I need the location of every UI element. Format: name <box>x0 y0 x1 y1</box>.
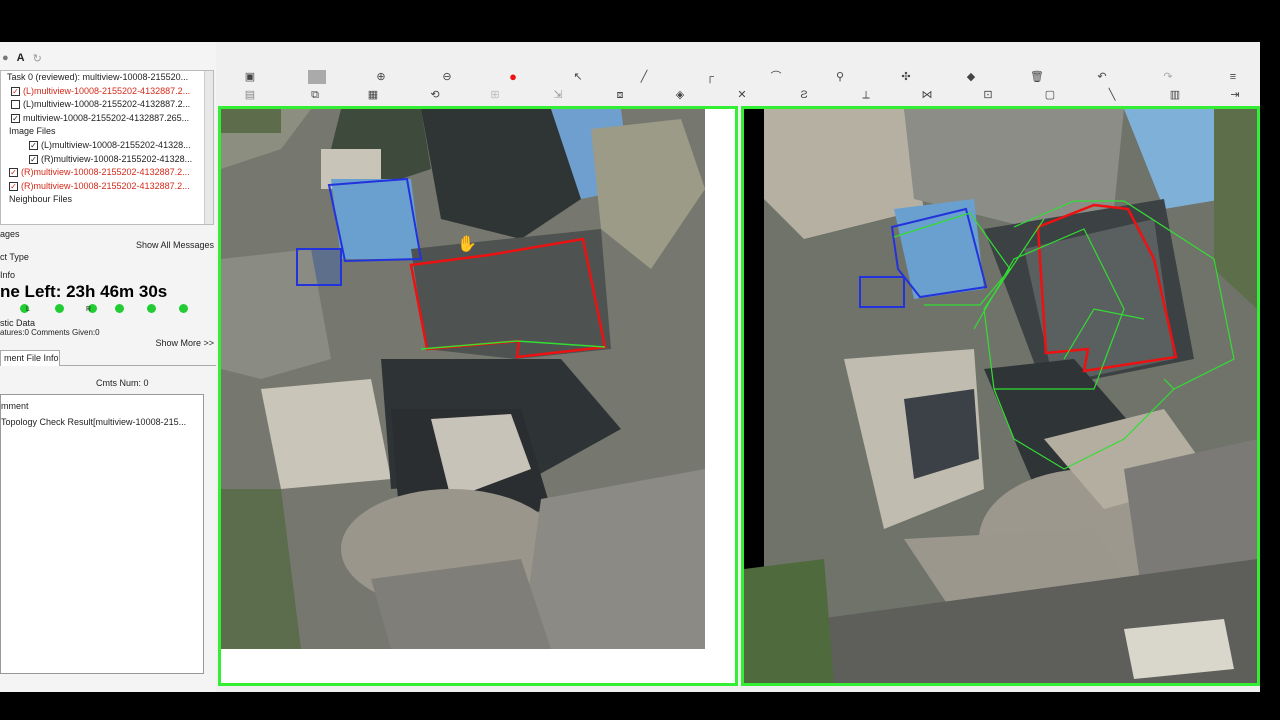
comments-box: mment Topology Check Result[multiview-10… <box>0 394 204 674</box>
status-dot <box>55 304 64 313</box>
fill-icon[interactable]: ◈ <box>673 88 687 102</box>
tree-item-label: Task 0 (reviewed): multiview-10008-21552… <box>7 72 189 82</box>
status-dot <box>147 304 156 313</box>
tree-item[interactable]: Neighbour Files <box>1 193 213 207</box>
panel-font-button[interactable]: A <box>17 52 25 66</box>
delete-icon[interactable]: 🗑 <box>1030 70 1044 84</box>
tree-item-label: (L)multiview-10008-2155202-4132887.2... <box>23 99 191 110</box>
left-panel: ● A ↻ Task 0 (reviewed): multiview-10008… <box>0 42 216 692</box>
layers-icon[interactable]: ⧉ <box>308 88 322 102</box>
menu-icon[interactable]: ≡ <box>1226 70 1240 84</box>
zoom-in-icon[interactable]: ⊕ <box>374 70 388 84</box>
tree-checkbox[interactable]: ✓ <box>11 114 20 124</box>
eraser-icon[interactable]: ◆ <box>964 70 978 84</box>
tree-item-label: Image Files <box>9 126 56 137</box>
tree-item[interactable]: Image Files <box>1 125 213 139</box>
tree-item-label: multiview-10008-2155202-4132887.265... <box>23 112 190 123</box>
object-type-label: ct Type <box>0 252 29 262</box>
panel-circle-icon[interactable]: ● <box>2 52 9 66</box>
hand-cursor-icon: ✋ <box>457 234 477 253</box>
tree-item[interactable]: ✓ (L)multiview-10008-2155202-4132887.2... <box>1 85 213 99</box>
tree-checkbox[interactable]: ✓ <box>29 154 38 164</box>
tree-item-label: (R)multiview-10008-2155202-41328... <box>41 153 193 164</box>
tree-item[interactable]: (L)multiview-10008-2155202-4132887.2... <box>1 98 213 112</box>
edge-icon[interactable]: ⟂ <box>859 88 873 102</box>
time-left-display: ne Left: 23h 46m 30s <box>0 282 168 301</box>
topology-result-item[interactable]: Topology Check Result[multiview-10008-21… <box>1 417 186 427</box>
panel-refresh-icon[interactable]: ↻ <box>33 52 42 66</box>
tree-checkbox[interactable]: ✓ <box>11 86 20 96</box>
show-more-button[interactable]: Show More >> <box>155 338 214 348</box>
comment-header: mment <box>1 401 29 411</box>
info-label: Info <box>0 270 16 280</box>
column-icon[interactable]: ▥ <box>1166 88 1184 102</box>
image-icon[interactable] <box>308 70 326 84</box>
tree-item[interactable]: ✓ (R)multiview-10008-2155202-4132887.2... <box>1 180 213 194</box>
frame-icon[interactable]: ⧈ <box>613 88 627 102</box>
statistic-data-label: stic Data <box>0 318 36 328</box>
tab-comment-file-info[interactable]: ment File Info <box>0 350 60 366</box>
status-dot <box>179 304 188 313</box>
show-all-messages-button[interactable]: Show All Messages <box>136 240 214 250</box>
tree-item-label: Neighbour Files <box>9 194 73 205</box>
transform-icon[interactable]: ⊡ <box>981 88 995 102</box>
split-icon[interactable]: ✣ <box>899 70 913 84</box>
grid-icon[interactable]: ⊞ <box>488 88 502 102</box>
right-image-view[interactable] <box>741 106 1260 686</box>
tree-item[interactable]: ✓ (R)multiview-10008-2155202-4132887.2... <box>1 166 213 180</box>
crossing-icon[interactable]: ⋈ <box>920 88 934 102</box>
save-as-icon[interactable]: ▤ <box>243 88 257 102</box>
panel-toolbar: ● A ↻ <box>0 52 42 66</box>
right-aerial-image[interactable] <box>744 109 1257 683</box>
tree-checkbox[interactable] <box>11 100 20 110</box>
zigzag-icon[interactable]: Ƨ <box>797 88 811 102</box>
comments-count: Cmts Num: 0 <box>96 378 149 388</box>
line-icon[interactable]: ╲ <box>1105 88 1119 102</box>
tree-item[interactable]: ✓ (L)multiview-10008-2155202-41328... <box>1 139 213 153</box>
statistics-text: atures:0 Comments Given:0 <box>0 328 100 337</box>
tree-checkbox[interactable]: ✓ <box>9 168 18 178</box>
align-icon[interactable]: ⇥ <box>1228 88 1242 102</box>
tree-checkbox[interactable]: ✓ <box>9 182 18 192</box>
images-label: ages <box>0 229 20 239</box>
left-image-view[interactable]: ✋ <box>218 106 738 686</box>
dot-label-right: R <box>86 306 92 313</box>
tree-item[interactable]: ✓ (R)multiview-10008-2155202-41328... <box>1 153 213 167</box>
pen-icon[interactable]: ╱ <box>637 70 651 84</box>
dot-label-left: L <box>26 306 30 313</box>
application-window: ● A ↻ Task 0 (reviewed): multiview-10008… <box>0 42 1260 692</box>
left-aerial-image[interactable]: ✋ <box>221 109 735 683</box>
tree-checkbox[interactable]: ✓ <box>29 141 38 151</box>
main-toolbar: ▣ ⊕ ⊖ ● ↖ ╱ ┌ ⌒ ⚲ ✣ ◆ 🗑 ↶ ↷ ≡ ▤ ⧉ ▦ ⟲ ⊞ … <box>218 68 1260 106</box>
stamp-icon[interactable]: ▦ <box>366 88 380 102</box>
tree-item-label: (R)multiview-10008-2155202-4132887.2... <box>21 167 190 178</box>
tree-item-label: (R)multiview-10008-2155202-4132887.2... <box>21 180 190 191</box>
tree-item[interactable]: ✓ multiview-10008-2155202-4132887.265... <box>1 112 213 126</box>
status-dot <box>115 304 124 313</box>
pin-icon[interactable]: ⚲ <box>833 70 847 84</box>
zoom-out-icon[interactable]: ⊖ <box>440 70 454 84</box>
corner-icon[interactable]: ┌ <box>703 70 717 84</box>
undo-icon[interactable]: ↶ <box>1095 70 1109 84</box>
file-tree: Task 0 (reviewed): multiview-10008-21552… <box>0 70 214 225</box>
arc-icon[interactable]: ⌒ <box>769 70 783 84</box>
save-icon[interactable]: ▣ <box>243 70 257 84</box>
tree-item-label: (L)multiview-10008-2155202-4132887.2... <box>23 85 191 96</box>
info-tabs: ment File Info <box>0 350 216 366</box>
cut-icon[interactable]: ✕ <box>735 88 749 102</box>
tree-scrollbar[interactable] <box>204 71 213 224</box>
box-icon[interactable]: ▢ <box>1043 88 1057 102</box>
record-icon[interactable]: ● <box>506 70 520 84</box>
pointer-icon[interactable]: ↖ <box>571 70 585 84</box>
rotate-icon[interactable]: ⟲ <box>428 88 442 102</box>
tree-item-label: (L)multiview-10008-2155202-41328... <box>41 139 191 150</box>
tree-item[interactable]: Task 0 (reviewed): multiview-10008-21552… <box>1 71 213 85</box>
export-icon[interactable]: ⇲ <box>551 88 565 102</box>
redo-icon[interactable]: ↷ <box>1161 70 1175 84</box>
